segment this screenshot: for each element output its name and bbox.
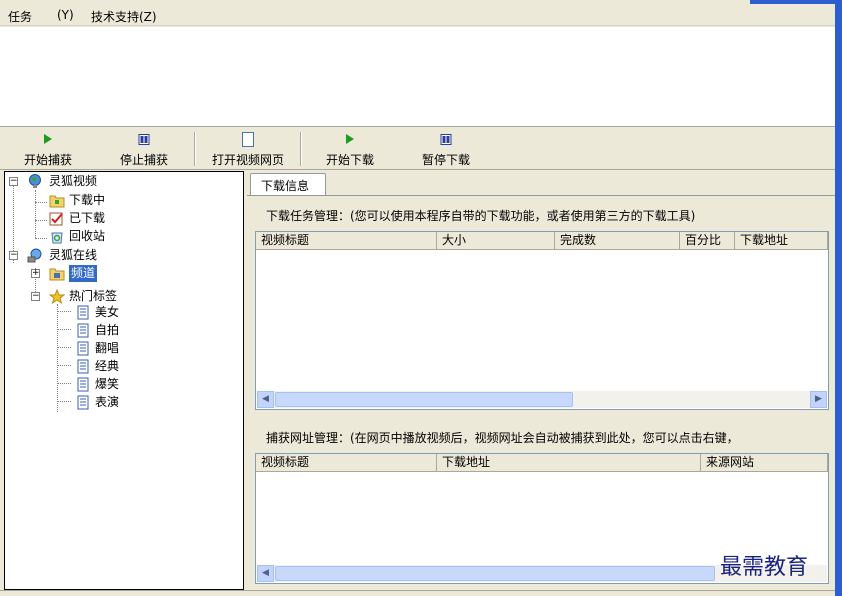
checked-box-icon <box>49 212 63 226</box>
tree-node-channels[interactable]: + 频道 <box>5 265 235 282</box>
menu-y[interactable]: (Y) <box>57 8 74 22</box>
document-icon <box>77 305 89 320</box>
col-completed[interactable]: 完成数 <box>555 232 680 249</box>
tree-label-tag: 经典 <box>95 359 120 373</box>
tree-label-hot-tags: 热门标签 <box>69 289 118 303</box>
toolbar-separator <box>194 132 196 166</box>
tree-label-video: 灵狐视频 <box>49 174 98 188</box>
collapse-icon[interactable]: − <box>9 177 18 186</box>
document-icon <box>77 323 89 338</box>
tree-node-tag[interactable]: 表演 <box>5 394 235 411</box>
nav-tree[interactable]: − 灵狐视频 下载中 已下载 回收站 − 灵狐在线 + 频道 − 热门标签 美女… <box>4 171 244 590</box>
col-percent[interactable]: 百分比 <box>680 232 735 249</box>
download-list-header: 视频标题 大小 完成数 百分比 下载地址 <box>256 232 828 250</box>
start-download-button[interactable]: 开始下载 <box>314 128 386 170</box>
tree-label-tag: 美女 <box>95 305 120 319</box>
menu-task[interactable]: 任务 <box>8 8 32 25</box>
tree-label-channels: 频道 <box>69 265 98 282</box>
tree-node-tag[interactable]: 翻唱 <box>5 340 235 357</box>
tree-node-tag[interactable]: 爆笑 <box>5 376 235 393</box>
folder-icon <box>49 195 65 208</box>
tab-label: 下载信息 <box>261 179 310 193</box>
tab-download-info[interactable]: 下载信息 <box>250 173 326 195</box>
tree-node-hot-tags[interactable]: − 热门标签 <box>5 288 235 305</box>
menu-bar: 任务 (Y) 技术支持(Z) <box>0 4 835 26</box>
tree-label-downloading: 下载中 <box>69 193 106 207</box>
network-globe-icon <box>27 248 42 263</box>
document-icon <box>77 359 89 374</box>
recycle-bin-icon <box>51 232 63 244</box>
browser-area <box>0 27 835 127</box>
toolbar: 开始捕获 停止捕获 打开视频网页 开始下载 暂停下载 <box>0 128 835 170</box>
pause-icon <box>440 134 452 145</box>
star-icon <box>49 289 65 304</box>
tree-label-tag: 表演 <box>95 395 120 409</box>
open-video-page-label: 打开视频网页 <box>211 153 284 167</box>
tree-label-tag: 翻唱 <box>95 341 120 355</box>
scroll-thumb[interactable] <box>275 392 573 407</box>
expand-icon[interactable]: + <box>31 269 40 278</box>
tree-label-recycle: 回收站 <box>69 229 106 243</box>
col-source-site[interactable]: 来源网站 <box>701 454 828 471</box>
tree-node-recycle[interactable]: 回收站 <box>5 228 235 245</box>
play-icon <box>44 134 52 144</box>
col-download-url[interactable]: 下载地址 <box>437 454 701 471</box>
document-icon <box>77 341 89 356</box>
open-video-page-button[interactable]: 打开视频网页 <box>200 128 296 170</box>
window-border <box>835 0 842 596</box>
play-icon <box>346 134 354 144</box>
tree-label-online: 灵狐在线 <box>49 248 98 262</box>
collapse-icon[interactable]: − <box>31 292 40 301</box>
download-task-list[interactable]: 视频标题 大小 完成数 百分比 下载地址 ◀ ▶ <box>255 231 829 410</box>
tree-node-downloading[interactable]: 下载中 <box>5 192 235 209</box>
stop-capture-label: 停止捕获 <box>119 153 168 167</box>
document-icon <box>77 395 89 410</box>
channel-folder-icon <box>49 268 65 281</box>
pause-download-label: 暂停下载 <box>421 153 470 167</box>
pause-icon <box>138 134 150 145</box>
status-bar <box>0 590 835 596</box>
stop-capture-button[interactable]: 停止捕获 <box>108 128 180 170</box>
tree-label-downloaded: 已下载 <box>69 211 106 225</box>
page-icon <box>242 132 254 147</box>
start-capture-label: 开始捕获 <box>23 153 72 167</box>
tree-node-downloaded[interactable]: 已下载 <box>5 210 235 227</box>
scroll-left-icon[interactable]: ◀ <box>257 565 274 582</box>
tree-node-online[interactable]: − 灵狐在线 <box>5 247 235 264</box>
tree-node-tag[interactable]: 经典 <box>5 358 235 375</box>
col-download-url[interactable]: 下载地址 <box>735 232 828 249</box>
pause-download-button[interactable]: 暂停下载 <box>410 128 482 170</box>
tree-node-video[interactable]: − 灵狐视频 <box>5 173 235 190</box>
start-capture-button[interactable]: 开始捕获 <box>12 128 84 170</box>
menu-support[interactable]: 技术支持(Z) <box>91 8 157 25</box>
tree-node-tag[interactable]: 自拍 <box>5 322 235 339</box>
tree-node-tag[interactable]: 美女 <box>5 304 235 321</box>
globe-icon <box>29 174 41 188</box>
scroll-right-icon[interactable]: ▶ <box>810 391 827 408</box>
scroll-left-icon[interactable]: ◀ <box>257 391 274 408</box>
col-video-title[interactable]: 视频标题 <box>256 232 437 249</box>
document-icon <box>77 377 89 392</box>
col-video-title[interactable]: 视频标题 <box>256 454 437 471</box>
toolbar-separator <box>300 132 302 166</box>
horizontal-scrollbar[interactable]: ◀ ▶ <box>257 391 827 408</box>
tree-label-tag: 自拍 <box>95 323 120 337</box>
tree-label-tag: 爆笑 <box>95 377 120 391</box>
col-size[interactable]: 大小 <box>437 232 555 249</box>
capture-section-title: 捕获网址管理：(在网页中播放视频后，视频网址会自动被捕获到此处，您可以点击右键， <box>266 431 739 445</box>
watermark: 最需教育 <box>720 555 809 580</box>
collapse-icon[interactable]: − <box>9 251 18 260</box>
download-section-title: 下载任务管理：(您可以使用本程序自带的下载功能，或者使用第三方的下载工具) <box>266 209 696 223</box>
scroll-thumb[interactable] <box>275 566 715 581</box>
capture-list-header: 视频标题 下载地址 来源网站 <box>256 454 828 472</box>
start-download-label: 开始下载 <box>325 153 374 167</box>
